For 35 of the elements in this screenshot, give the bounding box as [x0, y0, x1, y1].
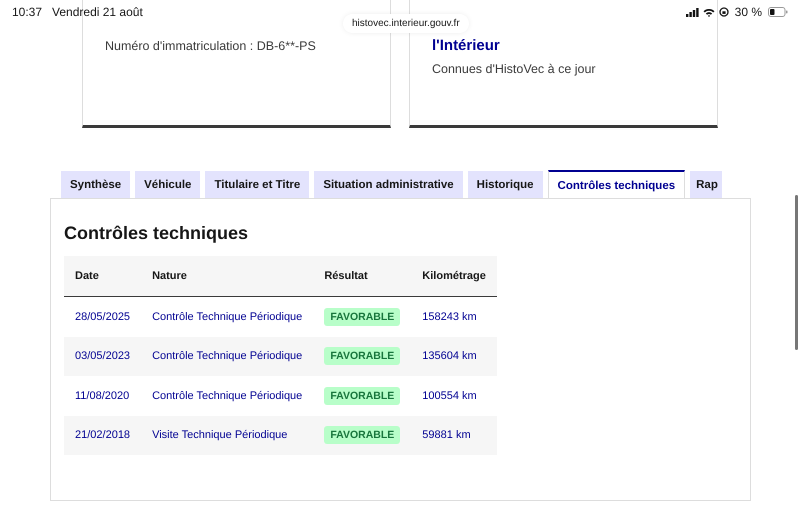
wifi-icon — [702, 8, 715, 16]
tab[interactable]: Contrôles techniques — [548, 170, 686, 198]
scroll-bar[interactable] — [795, 195, 798, 350]
mileage-link[interactable]: 100554 km — [422, 390, 477, 402]
card-text: Numéro d'immatriculation : DB-6**-PS — [105, 39, 317, 53]
mileage-link[interactable]: 158243 km — [422, 310, 477, 323]
section-title: Contrôles techniques — [64, 223, 250, 244]
date-link[interactable]: 28/05/2025 — [75, 310, 130, 323]
card-text: Connues d'HistoVec à ce jour — [432, 62, 597, 76]
result-badge: FAVORABLE — [324, 426, 400, 444]
nature-link[interactable]: Contrôle Technique Périodique — [152, 310, 302, 323]
tab[interactable]: Historique — [468, 171, 543, 198]
date-link[interactable]: 11/08/2020 — [75, 390, 130, 402]
status-date: Vendredi 21 août — [52, 5, 143, 19]
tab[interactable]: Titulaire et Titre — [205, 171, 310, 198]
battery-icon — [768, 7, 788, 17]
tab[interactable]: Synthèse — [61, 171, 130, 198]
rotation-lock-icon — [718, 7, 729, 17]
result-badge: FAVORABLE — [324, 386, 400, 405]
url-pill[interactable]: histovec.interieur.gouv.fr — [343, 14, 469, 33]
tab[interactable]: Rap — [690, 171, 722, 198]
result-badge: FAVORABLE — [324, 308, 400, 326]
column-header: Date — [64, 256, 142, 296]
column-header: Résultat — [313, 256, 412, 296]
signal-icon — [686, 8, 699, 16]
card-title: l'Intérieur — [432, 37, 501, 54]
nature-link[interactable]: Contrôle Technique Périodique — [152, 390, 302, 402]
tab[interactable]: Véhicule — [135, 171, 200, 198]
tab[interactable]: Situation administrative — [314, 171, 463, 198]
mileage-link[interactable]: 59881 km — [422, 429, 471, 442]
status-time: 10:37 — [12, 5, 42, 19]
result-badge: FAVORABLE — [324, 347, 400, 366]
column-header: Kilométrage — [411, 256, 497, 296]
column-header: Nature — [141, 256, 314, 296]
battery-percent: 30 % — [734, 5, 762, 19]
